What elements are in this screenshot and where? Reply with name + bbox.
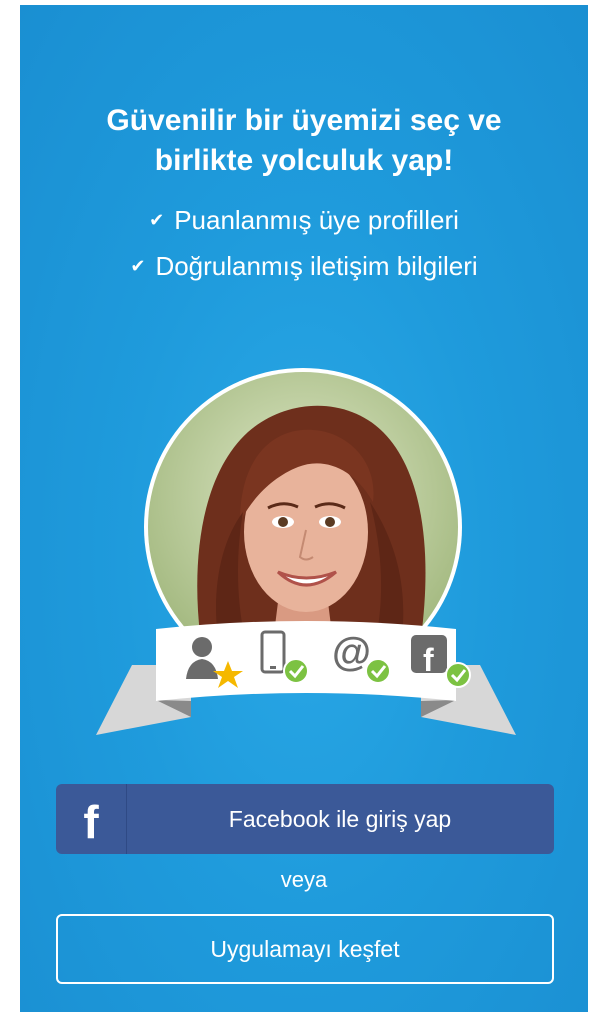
headline-line-2: birlikte yolculuk yap!: [154, 144, 454, 177]
feature-text: Doğrulanmış iletişim bilgileri: [155, 251, 478, 281]
facebook-login-button[interactable]: f Facebook ile giriş yap: [56, 784, 554, 854]
separator-text: veya: [280, 867, 328, 892]
headline-line-1: Güvenilir bir üyemizi seç ve: [106, 104, 502, 137]
facebook-icon: f: [56, 784, 127, 854]
onboarding-screen: Güvenilir bir üyemizi seç ve birlikte yo…: [20, 5, 588, 1012]
feature-list: ✔ Puanlanmış üye profilleri ✔ Doğrulanmış …: [20, 197, 588, 289]
explore-app-label: Uygulamayı keşfet: [210, 936, 400, 962]
headline: Güvenilir bir üyemizi seç ve birlikte yo…: [20, 101, 588, 181]
checkmark-icon: ✔: [130, 256, 146, 276]
verification-ribbon: @ f: [96, 621, 516, 735]
feature-item: ✔ Puanlanmış üye profilleri: [20, 197, 588, 243]
checkmark-icon: ✔: [149, 210, 165, 230]
feature-text: Puanlanmış üye profilleri: [174, 205, 459, 235]
svg-text:@: @: [332, 630, 371, 674]
explore-app-button[interactable]: Uygulamayı keşfet: [56, 914, 554, 984]
svg-text:f: f: [423, 642, 434, 678]
facebook-login-label: Facebook ile giriş yap: [228, 806, 452, 832]
feature-item: ✔ Doğrulanmış iletişim bilgileri: [20, 243, 588, 289]
